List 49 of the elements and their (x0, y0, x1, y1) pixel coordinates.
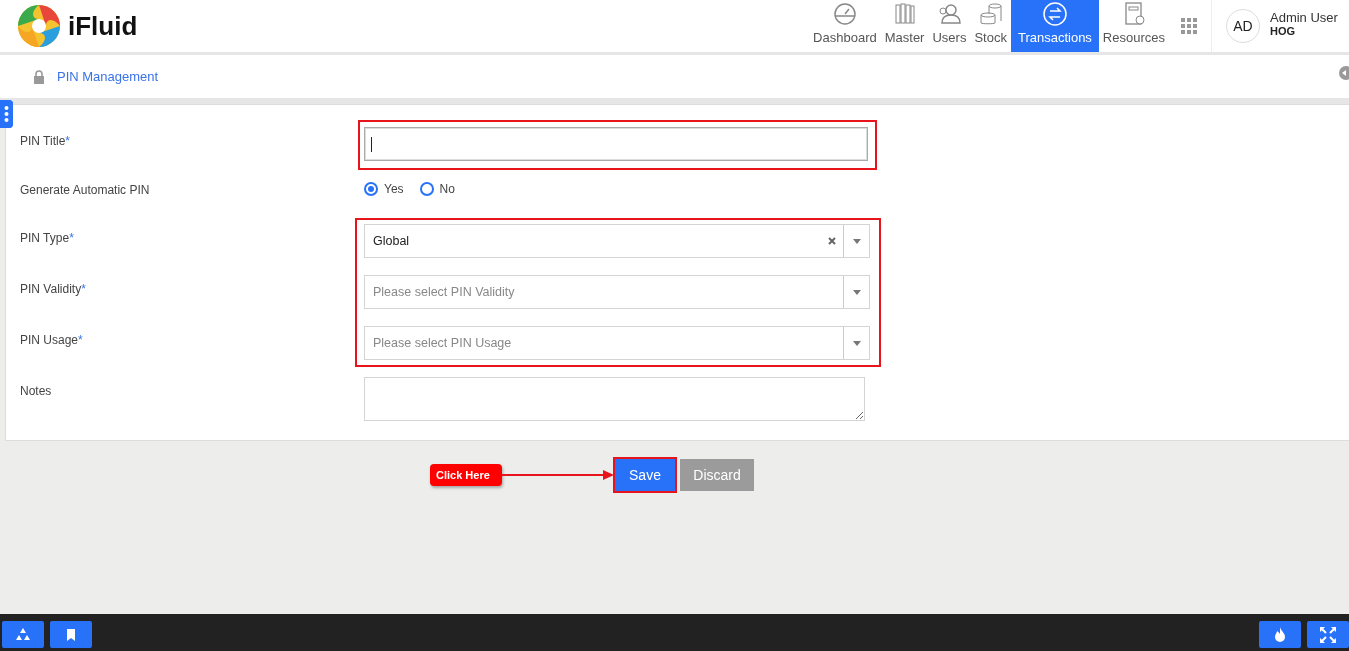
required-mark: * (69, 231, 74, 245)
field-label: PIN Usage (20, 333, 79, 347)
nav-item[interactable]: Master (880, 0, 929, 52)
expand-arrows-icon (1319, 625, 1337, 644)
required-mark: * (81, 282, 86, 296)
field-label: Generate Automatic PIN (20, 183, 150, 197)
radio-option[interactable]: Yes (364, 182, 404, 196)
apps-grid-icon[interactable] (1181, 18, 1197, 34)
field-label: Notes (20, 384, 52, 398)
recycle-button[interactable] (2, 621, 44, 648)
exchange-arrows-icon (1041, 1, 1068, 27)
select-field[interactable]: Please select PIN Validity (364, 275, 870, 309)
side-menu-toggle[interactable] (0, 100, 13, 128)
dropdown-caret-icon[interactable] (852, 340, 861, 346)
fullscreen-button[interactable] (1307, 621, 1349, 648)
field-label: PIN Title (20, 134, 66, 148)
select-field[interactable]: Global (364, 224, 870, 258)
bookmark-button[interactable] (50, 621, 92, 648)
page-title: PIN Management (57, 69, 159, 84)
callout-label: Click Here (430, 464, 502, 486)
required-mark: * (78, 333, 83, 347)
gauge-icon (831, 1, 858, 27)
user-role: HOG (1270, 24, 1297, 37)
coins-icon (977, 1, 1004, 27)
nav-item[interactable]: Stock (970, 0, 1011, 52)
save-button[interactable]: Save (615, 459, 675, 491)
clear-icon[interactable] (828, 237, 836, 245)
field-label: PIN Validity (20, 282, 82, 296)
field-label: PIN Type (20, 231, 70, 245)
app-name: iFluid (68, 10, 138, 42)
lock-icon (33, 69, 45, 84)
user-name: Admin User (1270, 9, 1338, 25)
nav-item[interactable]: Transactions (1010, 0, 1099, 52)
logo-icon (16, 3, 62, 49)
radio-button[interactable] (364, 182, 378, 196)
dropdown-caret-icon[interactable] (852, 238, 861, 244)
nav-item[interactable]: Users (928, 0, 971, 52)
notes-field[interactable] (364, 377, 865, 421)
flame-button[interactable] (1259, 621, 1301, 648)
back-icon[interactable] (1337, 66, 1349, 80)
users-icon (936, 1, 963, 27)
select-field[interactable]: Please select PIN Usage (364, 326, 870, 360)
required-mark: * (65, 134, 71, 148)
text-field[interactable] (364, 127, 868, 161)
radio-button[interactable] (419, 182, 434, 196)
radio-option[interactable]: No (419, 182, 455, 196)
nav-item[interactable]: Resources (1098, 0, 1169, 52)
nav-item[interactable]: Dashboard (809, 0, 881, 52)
dropdown-caret-icon[interactable] (852, 289, 861, 295)
